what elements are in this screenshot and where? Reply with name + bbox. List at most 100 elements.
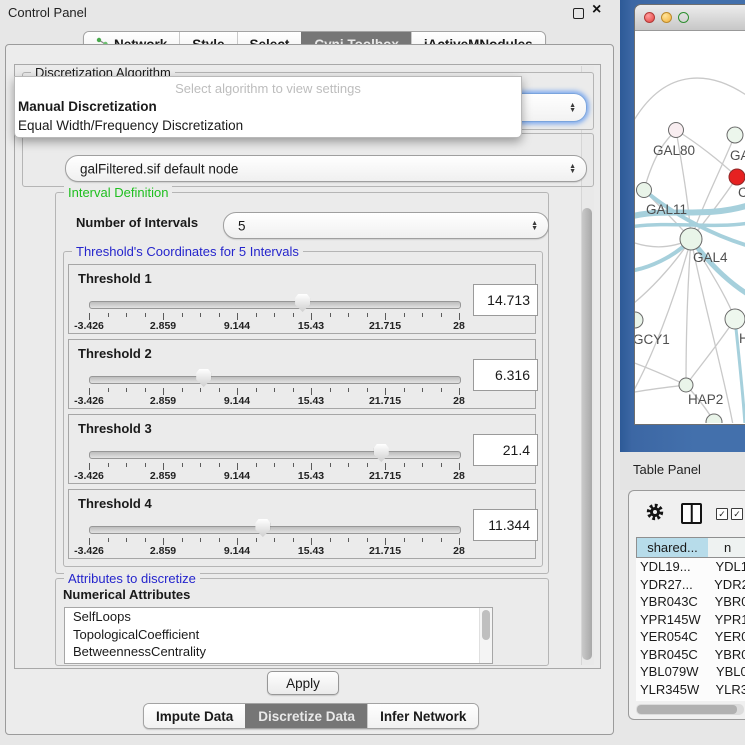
- cell-shared-name: YBR043C: [636, 594, 707, 609]
- select-rows-icon[interactable]: ✓: [731, 508, 743, 520]
- vertical-scrollbar-thumb[interactable]: [582, 208, 592, 660]
- network-edge[interactable]: [635, 385, 686, 393]
- slider-tick: [274, 538, 275, 542]
- tab-infer-network[interactable]: Infer Network: [367, 704, 478, 728]
- table-row[interactable]: YDL19...YDL1: [636, 558, 745, 576]
- network-node-GAL4[interactable]: [680, 228, 702, 250]
- threshold-value-field[interactable]: 11.344: [473, 509, 538, 541]
- table-row[interactable]: YDR27...YDR2: [636, 576, 745, 594]
- network-edge[interactable]: [644, 130, 676, 190]
- settings-gear-icon[interactable]: [645, 502, 665, 522]
- network-edge-highlighted[interactable]: [691, 239, 745, 295]
- slider-thumb[interactable]: [374, 444, 389, 462]
- attribute-list-item[interactable]: TopologicalCoefficient: [65, 626, 492, 644]
- table-row[interactable]: YBR043CYBR0: [636, 593, 745, 611]
- slider-tick: [145, 388, 146, 392]
- apply-button[interactable]: Apply: [267, 671, 339, 695]
- slider-track[interactable]: [89, 301, 461, 309]
- network-node-node-right-mid[interactable]: [725, 309, 745, 329]
- slider-tick-label: -3.426: [74, 470, 104, 482]
- stepper-arrows-icon: ▲▼: [531, 221, 538, 231]
- horizontal-scrollbar-track[interactable]: [636, 704, 744, 715]
- network-node-label: H: [739, 331, 745, 346]
- table-row[interactable]: YPR145WYPR1: [636, 611, 745, 629]
- network-node-node-bottom[interactable]: [706, 414, 722, 423]
- slider-track[interactable]: [89, 376, 461, 384]
- slider-thumb[interactable]: [295, 294, 310, 312]
- network-node-label: GAL80: [653, 143, 695, 158]
- tab-discretize-data[interactable]: Discretize Data: [245, 704, 367, 728]
- number-of-intervals-combobox[interactable]: 5 ▲▼: [223, 212, 549, 239]
- slider-tick: [126, 463, 127, 467]
- network-edge[interactable]: [635, 78, 745, 129]
- network-node-GAL11[interactable]: [637, 183, 652, 198]
- slider-tick: [348, 388, 349, 392]
- stepper-arrows-icon: ▲▼: [569, 103, 576, 113]
- dropdown-placeholder-item[interactable]: Select algorithm to view settings: [15, 81, 521, 98]
- slider-tick: [237, 313, 238, 320]
- slider-tick-label: -3.426: [74, 395, 104, 407]
- slider-tick: [311, 538, 312, 545]
- threshold-slider[interactable]: -3.4262.8599.14415.4321.71528: [81, 366, 467, 408]
- threshold-slider[interactable]: -3.4262.8599.14415.4321.71528: [81, 441, 467, 483]
- network-node-GAL80[interactable]: [669, 123, 684, 138]
- zoom-traffic-light-icon[interactable]: [678, 12, 689, 23]
- table-row[interactable]: YBL079WYBL0: [636, 663, 745, 681]
- network-node-node-top-right[interactable]: [727, 127, 743, 143]
- list-scrollbar-thumb[interactable]: [482, 610, 490, 640]
- column-header-shared-name[interactable]: shared...: [636, 537, 709, 558]
- horizontal-scrollbar-thumb[interactable]: [637, 705, 737, 714]
- table-row[interactable]: YER054CYER0: [636, 628, 745, 646]
- network-node-HAP2[interactable]: [679, 378, 693, 392]
- slider-track[interactable]: [89, 526, 461, 534]
- threshold-box: Threshold 3 -3.4262.8599.14415.4321.7152…: [68, 414, 536, 484]
- network-node-GCY1[interactable]: [635, 312, 643, 328]
- cell-name: YLR3: [708, 682, 745, 697]
- table-panel: ✓ ✓ shared... n YDL19...YDL1YDR27...YDR2…: [628, 490, 745, 720]
- float-window-icon[interactable]: [573, 8, 584, 19]
- network-edge-highlighted[interactable]: [635, 223, 745, 227]
- list-scrollbar-track[interactable]: [479, 608, 492, 663]
- table-row[interactable]: YLR345WYLR3: [636, 681, 745, 699]
- table-row[interactable]: YIL053CYIL0: [636, 698, 745, 701]
- table-row[interactable]: YBR045CYBR0: [636, 646, 745, 664]
- cell-name: YBR0: [707, 594, 745, 609]
- slider-tick-label: 28: [453, 395, 465, 407]
- threshold-slider[interactable]: -3.4262.8599.14415.4321.71528: [81, 291, 467, 333]
- slider-thumb[interactable]: [255, 519, 270, 537]
- cell-shared-name: YDR27...: [636, 577, 706, 592]
- window-titlebar[interactable]: [635, 5, 745, 31]
- attribute-list-item[interactable]: SelfLoops: [65, 608, 492, 626]
- slider-tick-label: 9.144: [224, 545, 250, 557]
- network-edge[interactable]: [686, 319, 735, 385]
- network-node-node-red[interactable]: [729, 169, 745, 185]
- select-columns-icon[interactable]: ✓: [716, 508, 728, 520]
- minimize-traffic-light-icon[interactable]: [661, 12, 672, 23]
- numerical-attributes-list[interactable]: SelfLoopsTopologicalCoefficientBetweenne…: [64, 607, 493, 664]
- threshold-slider[interactable]: -3.4262.8599.14415.4321.71528: [81, 516, 467, 558]
- close-traffic-light-icon[interactable]: [644, 12, 655, 23]
- slider-tick-label: 28: [453, 320, 465, 332]
- threshold-value-field[interactable]: 14.713: [473, 284, 538, 316]
- threshold-value-field[interactable]: 21.4: [473, 434, 538, 466]
- column-header-name[interactable]: n: [708, 537, 745, 558]
- close-icon[interactable]: ×: [592, 1, 601, 19]
- slider-tick: [256, 463, 257, 467]
- attribute-list-item[interactable]: BetweennessCentrality: [65, 643, 492, 661]
- network-edge[interactable]: [686, 239, 691, 385]
- threshold-value-field[interactable]: 6.316: [473, 359, 538, 391]
- split-columns-icon[interactable]: [681, 503, 702, 524]
- slider-tick: [145, 313, 146, 317]
- table-data-combobox[interactable]: galFiltered.sif default node ▲▼: [65, 155, 587, 182]
- network-graph[interactable]: GAL80GACGAL11GAL4GCY1HHAP2: [635, 31, 745, 423]
- network-canvas[interactable]: GAL80GACGAL11GAL4GCY1HHAP2: [635, 31, 745, 423]
- slider-track[interactable]: [89, 451, 461, 459]
- tab-impute-data[interactable]: Impute Data: [144, 704, 245, 728]
- slider-tick: [459, 313, 460, 320]
- slider-tick: [256, 388, 257, 392]
- slider-thumb[interactable]: [196, 369, 211, 387]
- cell-shared-name: YLR345W: [636, 682, 708, 697]
- dropdown-option[interactable]: Manual Discretization: [15, 98, 521, 117]
- dropdown-option[interactable]: Equal Width/Frequency Discretization: [15, 117, 521, 136]
- panel-title: Control Panel: [8, 5, 87, 20]
